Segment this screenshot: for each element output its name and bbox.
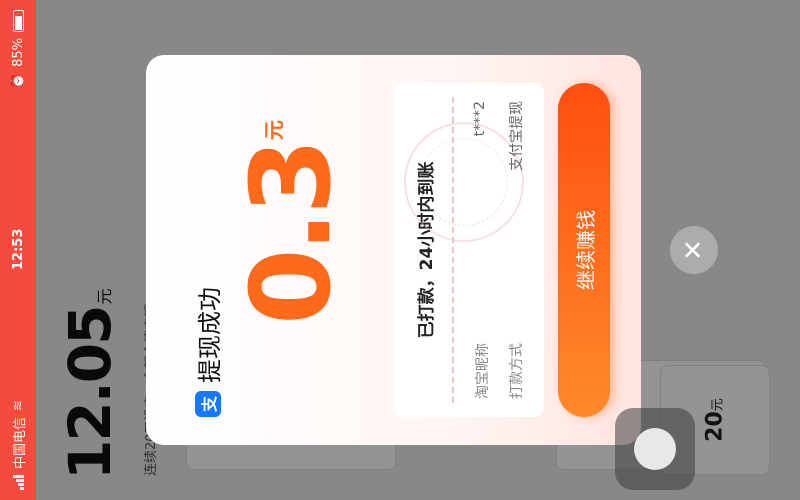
close-icon[interactable]: ✕ (670, 226, 718, 274)
receipt-row-method: 打款方式 支付宝提现 (506, 101, 526, 399)
modal-title: 提现成功 (196, 287, 224, 383)
withdraw-amount: 0.3元 (227, 120, 355, 325)
continue-earning-button[interactable]: 继续赚钱 (558, 83, 610, 417)
status-bar: 中国电信 ≋ 12:53 ⏰ 85% (0, 0, 36, 500)
receipt-divider (452, 97, 454, 403)
screen-stage: 中国电信 ≋ 12:53 ⏰ 85% 12.05元 连续20天没来，余额会清空哦… (0, 0, 800, 500)
phone-screen: 中国电信 ≋ 12:53 ⏰ 85% 12.05元 连续20天没来，余额会清空哦… (0, 0, 800, 500)
amount-unit: 元 (262, 120, 286, 141)
withdraw-success-modal: 支 提现成功 0.3元 已打款，24小时内到账 淘宝昵称 t***2 打款方式 … (146, 55, 641, 445)
amount-value: 0.3 (227, 142, 355, 325)
assistive-touch-button[interactable] (615, 408, 695, 490)
battery-percent: 85% (10, 38, 26, 67)
nickname-label: 淘宝昵称 (475, 343, 491, 399)
wifi-icon: ≋ (10, 400, 26, 411)
nickname-value: t***2 (472, 101, 488, 137)
alarm-icon: ⏰ (10, 72, 26, 90)
receipt-card: 已打款，24小时内到账 淘宝昵称 t***2 打款方式 支付宝提现 (394, 83, 544, 417)
method-value: 支付宝提现 (509, 101, 525, 171)
receipt-row-nickname: 淘宝昵称 t***2 (472, 101, 492, 399)
signal-icon (12, 475, 24, 490)
method-label: 打款方式 (509, 343, 525, 399)
modal-header: 支 提现成功 (190, 287, 225, 417)
clock-time: 12:53 (10, 228, 26, 270)
battery-icon (12, 10, 24, 32)
carrier-label: 中国电信 (12, 416, 28, 469)
alipay-icon: 支 (194, 391, 221, 417)
